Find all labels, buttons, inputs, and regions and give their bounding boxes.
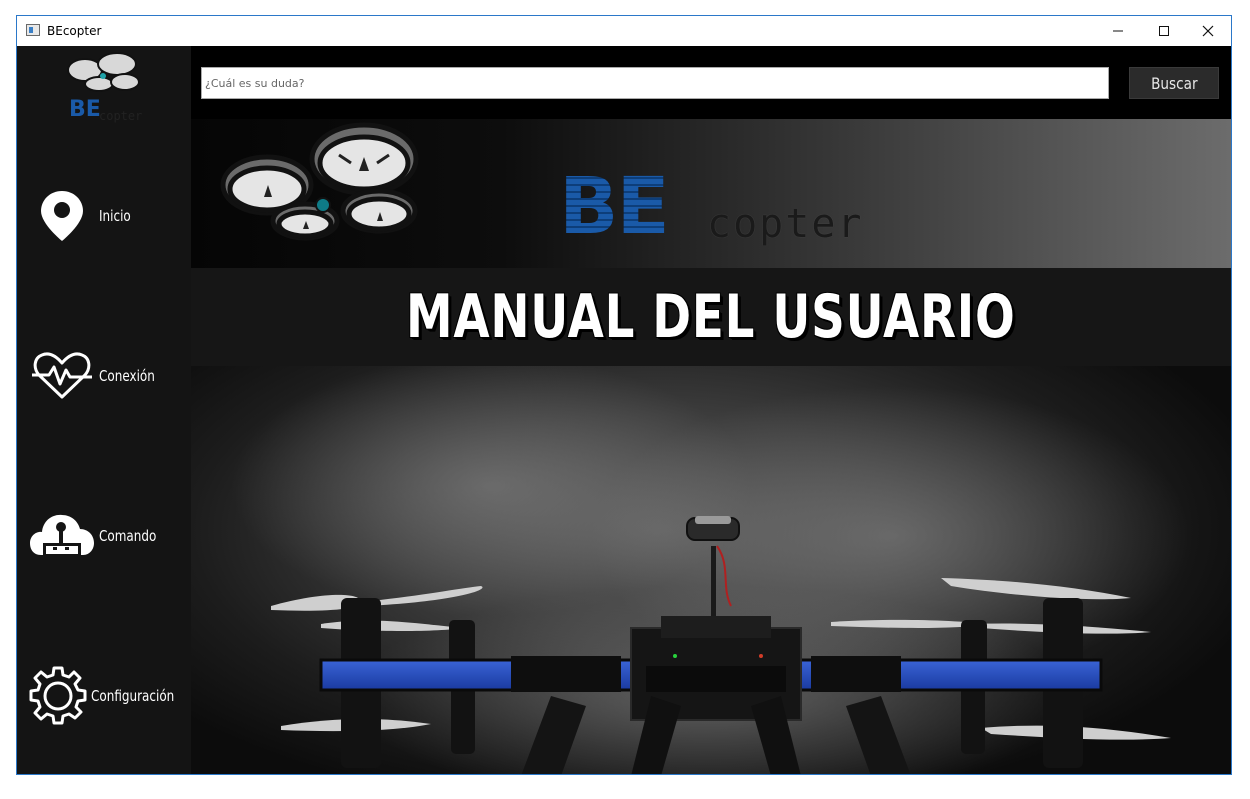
banner: BE copter [191, 119, 1231, 269]
hero-drone-image [191, 366, 1231, 774]
sidebar-item-label: Configuración [91, 687, 175, 705]
svg-text:BE: BE [69, 97, 101, 122]
maximize-icon [1159, 26, 1169, 36]
close-button[interactable] [1185, 16, 1231, 46]
sidebar-item-comando[interactable]: Comando [27, 496, 187, 576]
sidebar-item-label: Inicio [99, 207, 131, 225]
page-title: MANUAL DEL USUARIO [406, 282, 1016, 352]
sidebar-item-label: Conexión [99, 367, 155, 385]
gear-icon [27, 664, 89, 728]
search-button[interactable]: Buscar [1129, 67, 1219, 99]
main-content: Buscar [191, 46, 1231, 774]
search-button-label: Buscar [1150, 73, 1198, 93]
sidebar-item-conexion[interactable]: Conexión [27, 336, 187, 416]
sidebar-item-configuracion[interactable]: Configuración [27, 656, 187, 736]
sidebar-item-label: Comando [99, 527, 157, 545]
search-input[interactable] [201, 67, 1109, 99]
app-window: BEcopter BE copter Inicio Conexión Coman… [16, 15, 1232, 775]
app-icon [26, 24, 40, 36]
sidebar-item-inicio[interactable]: Inicio [27, 176, 187, 256]
close-icon [1202, 25, 1214, 37]
manual-title-strip: MANUAL DEL USUARIO [191, 268, 1231, 366]
minimize-icon [1113, 30, 1123, 32]
maximize-button[interactable] [1141, 16, 1187, 46]
drone-logo-icon: BE copter [67, 52, 142, 123]
svg-text:copter: copter [99, 109, 142, 123]
drone-photo [231, 366, 1191, 774]
location-pin-icon [27, 184, 97, 248]
joystick-cloud-icon [27, 504, 97, 568]
banner-logo-copter: copter [707, 201, 864, 247]
sidebar: BE copter Inicio Conexión Comando Config… [17, 46, 191, 774]
heartbeat-icon [27, 344, 97, 408]
sidebar-logo[interactable]: BE copter [59, 50, 147, 130]
search-bar: Buscar [191, 46, 1231, 119]
minimize-button[interactable] [1095, 16, 1141, 46]
banner-logo-be: BE [559, 162, 670, 252]
window-title: BEcopter [47, 24, 102, 38]
drone-logo-icon [220, 122, 419, 241]
title-bar: BEcopter [17, 16, 1231, 46]
